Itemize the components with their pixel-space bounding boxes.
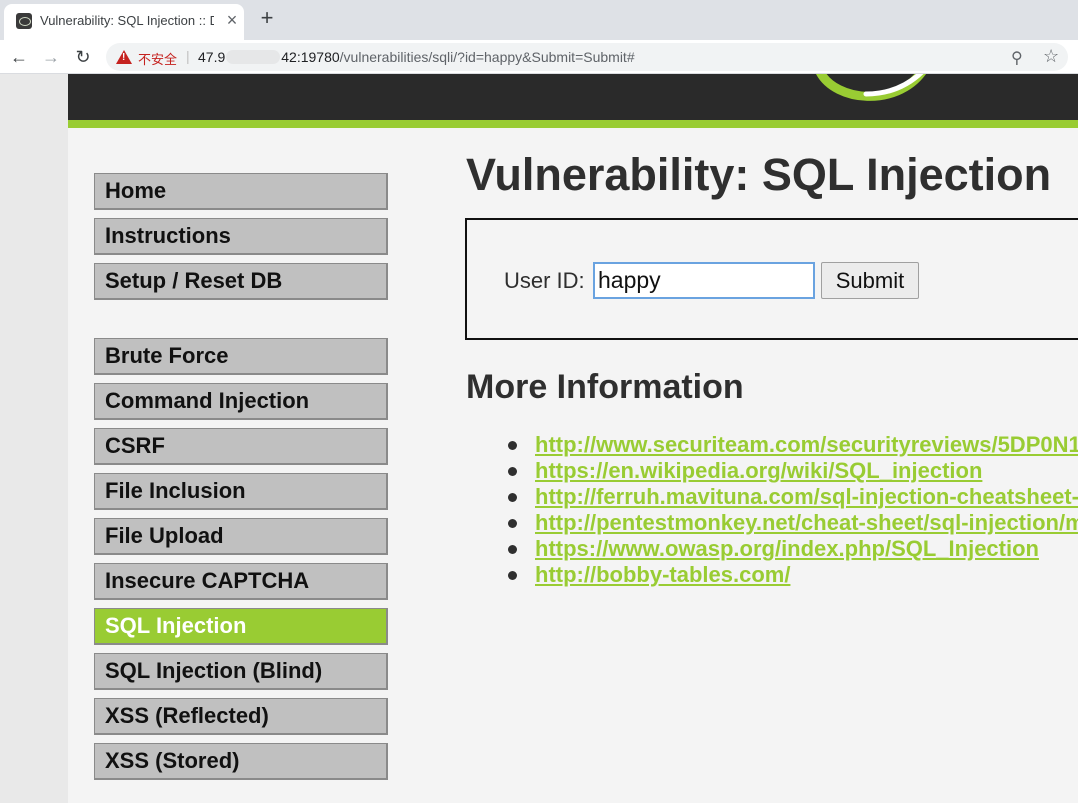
dvwa-favicon-icon — [16, 13, 32, 29]
reference-link[interactable]: https://www.owasp.org/index.php/SQL_Inje… — [535, 536, 1039, 562]
user-id-input[interactable]: happy — [593, 262, 815, 299]
bullet-icon — [508, 571, 517, 580]
bullet-icon — [508, 519, 517, 528]
sidebar-item-file-upload[interactable]: File Upload — [94, 518, 388, 555]
url-host-prefix: 47.9 — [198, 49, 226, 65]
url-separator: | — [186, 48, 190, 64]
sidebar-item-command-injection[interactable]: Command Injection — [94, 383, 388, 420]
user-id-label: User ID: — [504, 268, 585, 293]
dvwa-container: Home Instructions Setup / Reset DB Brute F… — [68, 74, 1078, 803]
reload-icon[interactable]: ↻ — [70, 44, 96, 70]
bullet-icon — [508, 467, 517, 476]
bullet-icon — [508, 441, 517, 450]
menu-vulnerabilities-group: Brute Force Command Injection CSRF File Inc… — [94, 338, 390, 780]
sqli-form-box: User ID: happy Submit — [465, 218, 1078, 340]
menu-divider — [94, 308, 390, 338]
sidebar-item-xss-stored[interactable]: XSS (Stored) — [94, 743, 388, 780]
browser-tab[interactable]: Vulnerability: SQL Injection :: D × — [4, 4, 244, 40]
submit-button[interactable]: Submit — [821, 262, 919, 299]
reference-link[interactable]: http://bobby-tables.com/ — [535, 562, 790, 588]
bookmark-star-icon[interactable]: ☆ — [1043, 46, 1059, 67]
list-item: http://www.securiteam.com/securityreview… — [508, 432, 1078, 458]
sidebar-item-home[interactable]: Home — [94, 173, 388, 210]
browser-toolbar: ← → ↻ ! 不安全 | 47.9 42:19780/vulnerabiliti… — [0, 40, 1078, 74]
reference-link[interactable]: http://www.securiteam.com/securityreview… — [535, 432, 1078, 458]
header-accent-stripe — [68, 120, 1078, 128]
browser-tabstrip: Vulnerability: SQL Injection :: D × + — [0, 0, 1078, 40]
list-item: https://www.owasp.org/index.php/SQL_Inje… — [508, 536, 1078, 562]
reference-link[interactable]: https://en.wikipedia.org/wiki/SQL_inject… — [535, 458, 982, 484]
forward-arrow-icon[interactable]: → — [38, 44, 64, 70]
redacted-ip-segment — [226, 50, 281, 64]
list-item: http://ferruh.mavituna.com/sql-injection… — [508, 484, 1078, 510]
warning-icon[interactable]: ! — [116, 50, 132, 64]
url-text[interactable]: 47.9 42:19780/vulnerabilities/sqli/?id=ha… — [198, 49, 635, 65]
sidebar-item-setup-reset-db[interactable]: Setup / Reset DB — [94, 263, 388, 300]
page-title: Vulnerability: SQL Injection — [466, 149, 1052, 200]
sidebar-item-xss-reflected[interactable]: XSS (Reflected) — [94, 698, 388, 735]
list-item: http://bobby-tables.com/ — [508, 562, 1078, 588]
sidebar-item-sql-injection-blind[interactable]: SQL Injection (Blind) — [94, 653, 388, 690]
dvwa-logo-swoosh-icon — [816, 74, 926, 101]
sidebar-menu: Home Instructions Setup / Reset DB Brute F… — [94, 173, 390, 788]
reference-link[interactable]: http://pentestmonkey.net/cheat-sheet/sql… — [535, 510, 1078, 536]
dvwa-header — [68, 74, 1078, 120]
sidebar-item-sql-injection[interactable]: SQL Injection — [94, 608, 388, 645]
url-host-suffix: 42:19780 — [281, 49, 340, 65]
list-item: https://en.wikipedia.org/wiki/SQL_inject… — [508, 458, 1078, 484]
security-status-label[interactable]: 不安全 — [138, 49, 177, 68]
back-arrow-icon[interactable]: ← — [6, 44, 32, 70]
tab-title: Vulnerability: SQL Injection :: D — [40, 13, 214, 28]
zoom-icon[interactable]: ⚲ — [1011, 48, 1023, 68]
new-tab-icon[interactable]: + — [255, 7, 279, 31]
reference-link[interactable]: http://ferruh.mavituna.com/sql-injection… — [535, 484, 1078, 510]
menu-primary-group: Home Instructions Setup / Reset DB — [94, 173, 390, 300]
sidebar-item-insecure-captcha[interactable]: Insecure CAPTCHA — [94, 563, 388, 600]
sidebar-item-brute-force[interactable]: Brute Force — [94, 338, 388, 375]
bullet-icon — [508, 545, 517, 554]
address-bar[interactable]: ! 不安全 | 47.9 42:19780/vulnerabilities/sql… — [106, 43, 1068, 71]
reference-links-list: http://www.securiteam.com/securityreview… — [508, 432, 1078, 588]
more-information-heading: More Information — [466, 368, 744, 406]
sidebar-item-csrf[interactable]: CSRF — [94, 428, 388, 465]
bullet-icon — [508, 493, 517, 502]
page-viewport: Home Instructions Setup / Reset DB Brute F… — [0, 74, 1078, 803]
sidebar-item-file-inclusion[interactable]: File Inclusion — [94, 473, 388, 510]
url-path: /vulnerabilities/sqli/?id=happy&Submit=S… — [339, 49, 635, 65]
close-tab-icon[interactable]: × — [222, 10, 242, 30]
list-item: http://pentestmonkey.net/cheat-sheet/sql… — [508, 510, 1078, 536]
sidebar-item-instructions[interactable]: Instructions — [94, 218, 388, 255]
